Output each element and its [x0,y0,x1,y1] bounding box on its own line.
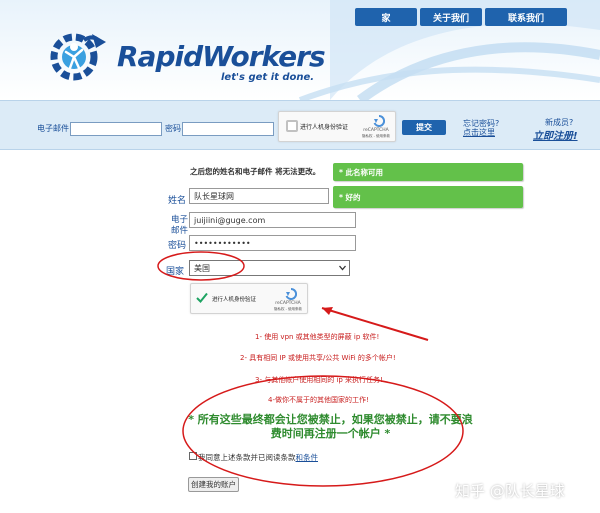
country-select[interactable]: 美国 [189,260,350,276]
warning-2: 2- 具有相同 IP 或使用共享/公共 WiFi 的多个帐户! [240,354,396,362]
terms-text: 我同意上述条款并已阅读条款和条件 [198,452,318,463]
recaptcha-icon [285,288,297,300]
name-valid-badge: * 此名称可用 [333,163,523,181]
email-label-line2: 邮件 [171,226,189,236]
create-account-button[interactable]: 创建我的账户 [188,477,239,492]
login-recaptcha-terms[interactable]: 隐私权 - 使用条款 [357,134,395,139]
terms-checkbox[interactable] [189,452,197,460]
watermark-text: 知乎 @队长星球 [455,482,565,500]
register-link[interactable]: 立即注册! [533,127,578,142]
nav-contact-button[interactable]: 联系我们 [485,8,567,26]
form-recaptcha-box: 进行人机身份验证 reCAPTCHA 隐私权 - 使用条款 [190,283,308,314]
email-input[interactable]: juijiini@guge.com [189,212,356,228]
checkmark-icon[interactable] [196,292,208,303]
terms-text-main: 我同意上述条款并已阅读条款 [198,453,296,462]
country-selected-value: 美国 [194,263,210,273]
warning-1: 1- 使用 vpn 或其他类型的屏蔽 ip 软件! [255,333,380,341]
login-recaptcha-box: 进行人机身份验证 reCAPTCHA 隐私权 - 使用条款 [278,111,396,142]
form-note: 之后您的姓名和电子邮件 将无法更改。 [190,167,321,176]
login-email-label: 电子邮件 [37,124,69,133]
form-recaptcha-terms[interactable]: 隐私权 - 使用条款 [269,307,307,312]
brand-name: RapidWorkers [117,40,326,73]
password-label: 密码 [168,241,187,251]
login-password-input[interactable] [182,122,274,136]
forgot-password-link[interactable]: 点击这里 [463,127,495,138]
name-input[interactable]: 队长星球网 [189,188,329,204]
login-email-input[interactable] [70,122,162,136]
ban-warning-message: * 所有这些最终都会让您被禁止，如果您被禁止，请不要浪费时间再注册一个帐户 * [188,413,473,440]
nav-home-button[interactable]: 家 [355,8,417,26]
name-label: 姓名 [168,196,187,206]
rapidworkers-logo-icon [50,33,106,81]
login-captcha-label: 进行人机身份验证 [300,124,349,131]
warning-3: 3- 与其他帐户使用相同的 ip 来执行任务! [255,376,383,384]
terms-link[interactable]: 和条件 [296,453,319,462]
nav-about-button[interactable]: 关于我们 [420,8,482,26]
country-label: 国家 [166,267,185,277]
chevron-down-icon [339,265,346,271]
login-recaptcha-brand: reCAPTCHA [363,128,389,133]
password-input[interactable]: •••••••••••• [189,235,356,251]
form-recaptcha-brand: reCAPTCHA [275,301,301,306]
warning-4: 4-做你不属于的其他国家的工作! [268,396,369,404]
login-submit-button[interactable]: 提交 [402,120,446,135]
form-captcha-label: 进行人机身份验证 [212,297,257,303]
brand-slogan: let's get it done. [221,72,315,83]
email-valid-badge: * 好的 [333,186,523,208]
login-captcha-checkbox[interactable] [286,120,298,132]
login-password-label: 密码 [165,124,181,133]
recaptcha-icon [373,115,385,127]
